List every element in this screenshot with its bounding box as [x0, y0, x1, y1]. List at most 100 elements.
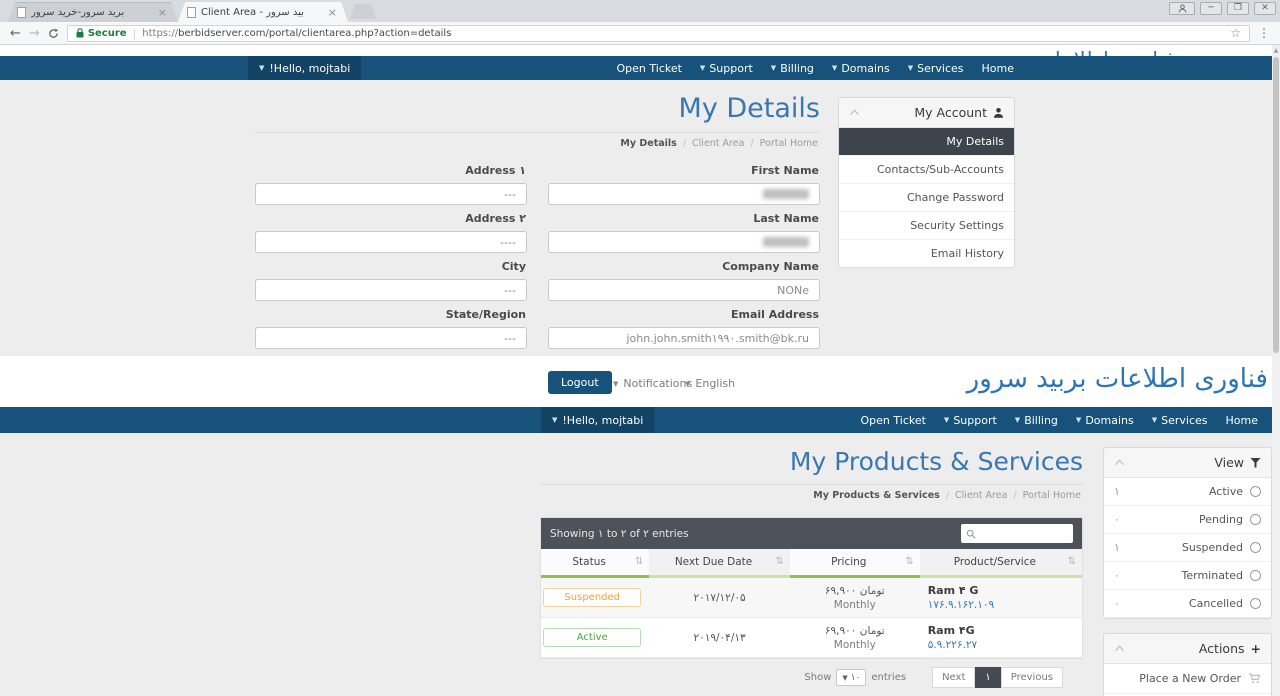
sidebar-item-contacts[interactable]: Contacts/Sub-Accounts: [839, 156, 1014, 184]
view-filter-panel: View ۱ Active ۰ Pending ۱ Suspended ۰ Te…: [1103, 447, 1272, 619]
product-name: Ram ۴ G: [928, 584, 979, 597]
browser-tab-active[interactable]: Client Area - بید سرور ×: [178, 2, 348, 22]
field-label: City: [256, 260, 526, 273]
radio-icon[interactable]: [1250, 598, 1261, 609]
nav-services[interactable]: ▼Services: [908, 62, 964, 75]
main-navbar-2: ▼ !Hello, mojtabi Open Ticket ▼Support ▼…: [0, 407, 1280, 433]
main-navbar: ▼ !Hello, mojtabi Open Ticket ▼Support ▼…: [0, 56, 1280, 80]
previous-page-button[interactable]: Previous: [1001, 667, 1063, 688]
server-ip-link[interactable]: ۵.۹.۲۲۶.۲۷: [928, 639, 978, 651]
forward-icon[interactable]: →: [29, 27, 40, 40]
nav-domains[interactable]: ▼Domains: [832, 62, 890, 75]
notifications-dropdown[interactable]: ▼ Notifications: [613, 377, 692, 390]
nav-billing[interactable]: ▼Billing: [771, 62, 814, 75]
nav-support[interactable]: ▼Support: [700, 62, 753, 75]
server-ip-link[interactable]: ۱۷۶.۹.۱۶۲.۱۰۹: [928, 599, 994, 611]
sidebar-item-my-details[interactable]: My Details: [839, 128, 1014, 156]
profile-icon[interactable]: [1169, 2, 1195, 15]
last-name-field[interactable]: [548, 231, 820, 253]
filter-pending[interactable]: ۰ Pending: [1104, 506, 1271, 534]
language-dropdown[interactable]: ▼ English: [685, 377, 735, 390]
my-details-section: My Details My Details/Client Area/Portal…: [0, 80, 1280, 356]
address-bar[interactable]: Secure | https://berbidserver.com/portal…: [67, 25, 1250, 42]
page-size-select[interactable]: ▼ ۱۰: [836, 669, 866, 686]
account-dropdown[interactable]: ▼ !Hello, mojtabi: [248, 56, 361, 80]
browser-menu-icon[interactable]: ⋮: [1258, 26, 1270, 40]
restore-button[interactable]: ❐: [1227, 2, 1249, 15]
nav-open-ticket[interactable]: Open Ticket: [617, 62, 682, 75]
place-new-order-link[interactable]: Place a New Order: [1104, 664, 1271, 694]
nav-services[interactable]: ▼Services: [1152, 414, 1208, 427]
status-badge[interactable]: Suspended: [543, 588, 641, 607]
radio-icon[interactable]: [1250, 486, 1261, 497]
radio-icon[interactable]: [1250, 570, 1261, 581]
sidebar-item-email-history[interactable]: Email History: [839, 240, 1014, 267]
back-icon[interactable]: ←: [10, 27, 21, 40]
nav-home[interactable]: Home: [982, 62, 1014, 75]
table-row[interactable]: Ram ۴G ۵.۹.۲۲۶.۲۷ ۶۹,۹۰۰ تومان Monthly ۲…: [541, 618, 1082, 658]
logout-button[interactable]: Logout: [548, 371, 612, 394]
filter-suspended[interactable]: ۱ Suspended: [1104, 534, 1271, 562]
my-account-panel: My Account My Details Contacts/Sub-Accou…: [838, 97, 1015, 268]
scrollbar-thumb[interactable]: [1273, 57, 1279, 353]
search-input[interactable]: [961, 524, 1073, 543]
address2-field[interactable]: ----: [255, 231, 527, 253]
company-name-field[interactable]: NONe: [548, 279, 820, 301]
filter-terminated[interactable]: ۰ Terminated: [1104, 562, 1271, 590]
my-account-panel-header[interactable]: My Account: [839, 98, 1014, 128]
chevron-up-icon: [849, 109, 860, 116]
page-scrollbar[interactable]: ▲: [1272, 45, 1280, 696]
nav-home[interactable]: Home: [1226, 414, 1258, 427]
minimize-button[interactable]: ─: [1200, 2, 1222, 15]
breadcrumb-link[interactable]: Client Area: [955, 490, 1007, 501]
column-header-product[interactable]: Product/Service⇅: [920, 549, 1082, 578]
column-header-next-due-date[interactable]: Next Due Date⇅: [649, 549, 790, 578]
actions-panel-header[interactable]: Actions +: [1104, 634, 1271, 664]
breadcrumb-link[interactable]: Portal Home: [760, 138, 818, 149]
state-field[interactable]: ---: [255, 327, 527, 349]
city-field[interactable]: ---: [255, 279, 527, 301]
browser-tab[interactable]: برید سرور-خرید سرور ×: [8, 2, 178, 22]
secure-badge[interactable]: Secure: [76, 28, 127, 39]
filter-active[interactable]: ۱ Active: [1104, 478, 1271, 506]
scroll-up-icon[interactable]: ▲: [1272, 45, 1280, 55]
products-section: My Products & Services My Products & Ser…: [0, 433, 1280, 696]
nav-billing[interactable]: ▼Billing: [1015, 414, 1058, 427]
new-tab-button[interactable]: [350, 4, 376, 19]
radio-icon[interactable]: [1250, 542, 1261, 553]
view-panel-header[interactable]: View: [1104, 448, 1271, 478]
next-page-button[interactable]: Next: [932, 667, 975, 688]
status-badge[interactable]: Active: [543, 628, 641, 647]
first-name-field[interactable]: [548, 183, 820, 205]
radio-icon[interactable]: [1250, 514, 1261, 525]
billing-cycle: Monthly: [798, 639, 912, 651]
page-icon: [17, 7, 26, 18]
address1-field[interactable]: ---: [255, 183, 527, 205]
column-header-pricing[interactable]: Pricing⇅: [790, 549, 920, 578]
filter-cancelled[interactable]: ۰ Cancelled: [1104, 590, 1271, 618]
user-icon: [993, 107, 1004, 118]
site-brand: فناوری اطلاعات بربید سرور: [967, 364, 1268, 394]
nav-domains[interactable]: ▼Domains: [1076, 414, 1134, 427]
chevron-down-icon: ▼: [944, 416, 949, 424]
bookmark-star-icon[interactable]: ☆: [1230, 26, 1241, 40]
lock-icon: [76, 28, 84, 38]
tab-close-icon[interactable]: ×: [326, 6, 339, 19]
nav-support[interactable]: ▼Support: [944, 414, 997, 427]
table-row[interactable]: Ram ۴ G ۱۷۶.۹.۱۶۲.۱۰۹ ۶۹,۹۰۰ تومان Month…: [541, 578, 1082, 618]
column-header-status[interactable]: Status⇅: [541, 549, 649, 578]
cutoff-header-strip: فناوری اطلاعات بربید سرور: [0, 45, 1280, 56]
breadcrumb-link[interactable]: Client Area: [692, 138, 744, 149]
sidebar-item-change-password[interactable]: Change Password: [839, 184, 1014, 212]
chevron-down-icon: ▼: [613, 380, 618, 388]
next-due-date: ۲۰۱۹/۰۴/۱۳: [649, 618, 790, 657]
sidebar-item-security-settings[interactable]: Security Settings: [839, 212, 1014, 240]
current-page-button[interactable]: ۱: [975, 667, 1000, 688]
refresh-icon[interactable]: [48, 28, 59, 39]
nav-open-ticket[interactable]: Open Ticket: [861, 414, 926, 427]
email-field[interactable]: john.john.smith۱۹۹۰.smith@bk.ru: [548, 327, 820, 349]
close-button[interactable]: ✕: [1254, 2, 1276, 15]
breadcrumb-link[interactable]: Portal Home: [1023, 490, 1081, 501]
tab-close-icon[interactable]: ×: [156, 6, 169, 19]
account-dropdown[interactable]: ▼ !Hello, mojtabi: [541, 407, 654, 433]
